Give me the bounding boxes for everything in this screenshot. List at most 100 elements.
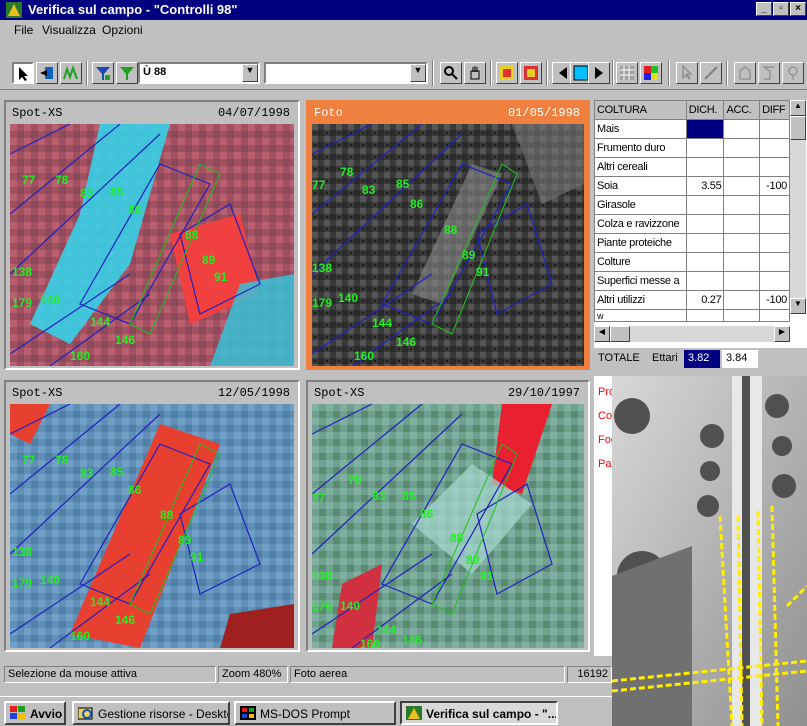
table-hscrollbar[interactable]: ◀ ▶ [594,326,790,342]
acc-cell[interactable] [723,290,761,310]
col-header-diff[interactable]: DIFF [759,100,790,120]
acc-cell[interactable] [723,195,761,215]
dich-cell[interactable] [685,271,725,291]
table-row[interactable]: w [594,309,790,322]
crop-cell[interactable]: w [594,309,687,322]
satellite-image[interactable]: 77 78 83 85 86 88 89 91 138 179 140 144 … [312,404,584,648]
dich-cell[interactable]: 3.55 [685,176,725,196]
filter-button[interactable] [92,62,114,84]
select-disabled-button[interactable] [676,62,698,84]
diff-cell[interactable] [759,214,790,234]
task-verifica-sul-campo[interactable]: Verifica sul campo - "... [400,701,558,725]
acc-cell[interactable] [723,252,761,272]
crop-cell[interactable]: Girasole [594,195,687,215]
diff-cell[interactable] [759,271,790,291]
scroll-right-icon[interactable]: ▶ [774,326,790,342]
hscroll-thumb[interactable] [610,326,630,342]
dich-cell[interactable] [685,214,725,234]
crop-table[interactable]: COLTURA DICH. ACC. DIFF Mais Frumento du… [594,100,807,370]
image-panel-spot-2[interactable]: Spot-XS 12/05/1998 77 78 83 85 86 88 89 … [4,380,300,652]
image-panel-spot-3[interactable]: Spot-XS 29/10/1997 77 78 83 85 86 88 89 … [306,380,590,652]
draw-line-button[interactable] [700,62,722,84]
menu-visualizza[interactable]: Visualizza [42,23,96,37]
acc-cell[interactable] [723,309,761,322]
crop-cell[interactable]: Altri utilizzi [594,290,687,310]
info-link[interactable]: Co [598,410,612,422]
table-row[interactable]: Superfici messe a [594,271,790,291]
diff-cell[interactable] [759,252,790,272]
next-button[interactable] [588,62,610,84]
table-row[interactable]: Frumento duro [594,138,790,158]
crop-cell[interactable]: Superfici messe a [594,271,687,291]
menu-opzioni[interactable]: Opzioni [102,23,143,37]
dich-cell[interactable] [685,195,725,215]
table-vscrollbar[interactable]: ▲ ▼ [790,100,806,314]
layer-tool-button[interactable] [36,62,58,84]
acc-cell[interactable] [723,176,761,196]
diff-cell[interactable] [759,138,790,158]
close-button[interactable]: × [790,2,806,16]
scroll-left-icon[interactable]: ◀ [594,326,610,342]
chevron-down-icon[interactable]: ▼ [410,64,426,82]
graph-tool-button[interactable] [60,62,82,84]
filter2-button[interactable] [116,62,138,84]
dich-cell[interactable]: 0.27 [685,290,725,310]
polyline-button[interactable] [758,62,780,84]
aerial-photo[interactable]: 77 78 83 85 86 88 89 91 138 179 140 144 … [312,124,584,366]
table-row[interactable]: Piante proteiche [594,233,790,253]
table-row[interactable]: Mais [594,119,790,139]
diff-cell[interactable] [759,157,790,177]
point-button[interactable] [782,62,804,84]
table-row[interactable]: Soia 3.55 -100 [594,176,790,196]
dich-cell[interactable] [685,252,725,272]
col-header-coltura[interactable]: COLTURA [594,100,687,120]
satellite-image[interactable]: 77 78 83 85 86 88 89 91 138 179 140 144 … [10,124,294,366]
diff-cell[interactable] [759,233,790,253]
minimize-button[interactable]: _ [756,2,772,16]
crop-cell[interactable]: Altri cereali [594,157,687,177]
dich-cell[interactable] [685,233,725,253]
grid-button[interactable] [616,62,638,84]
acc-cell[interactable] [723,271,761,291]
pan-button[interactable] [464,62,486,84]
crop-grid[interactable]: COLTURA DICH. ACC. DIFF Mais Frumento du… [594,100,790,322]
col-header-acc[interactable]: ACC. [723,100,761,120]
scroll-thumb[interactable] [790,116,806,140]
scroll-down-icon[interactable]: ▼ [790,298,806,314]
scroll-up-icon[interactable]: ▲ [790,100,806,116]
acc-cell[interactable] [723,119,761,139]
dich-cell[interactable] [685,309,725,322]
search-combo[interactable]: ▼ [264,62,428,84]
acc-cell[interactable] [723,233,761,253]
crop-cell[interactable]: Piante proteiche [594,233,687,253]
table-row[interactable]: Colza e ravizzone [594,214,790,234]
chevron-down-icon[interactable]: ▼ [242,64,258,82]
diff-cell[interactable] [759,195,790,215]
crop-cell[interactable]: Frumento duro [594,138,687,158]
crop-cell[interactable]: Colza e ravizzone [594,214,687,234]
diff-cell[interactable] [759,119,790,139]
task-gestione-risorse[interactable]: Gestione risorse - Desktop [72,701,230,725]
acc-cell[interactable] [723,138,761,158]
table-row[interactable]: Colture [594,252,790,272]
satellite-image[interactable]: 77 78 83 85 86 88 89 91 138 179 140 144 … [10,404,294,648]
diff-cell[interactable]: -100 [759,176,790,196]
table-row[interactable]: Girasole [594,195,790,215]
dich-cell[interactable] [685,157,725,177]
table-row[interactable]: Altri cereali [594,157,790,177]
dich-cell-selected[interactable] [685,119,725,139]
crop-cell[interactable]: Soia [594,176,687,196]
menu-file[interactable]: File [14,23,33,37]
dich-cell[interactable] [685,138,725,158]
palette-button[interactable] [640,62,662,84]
task-ms-dos-prompt[interactable]: MS-DOS Prompt [234,701,396,725]
image-panel-foto[interactable]: Foto 01/05/1998 77 78 83 85 86 88 89 91 … [306,100,590,370]
maximize-button[interactable]: ▫ [773,2,789,16]
diff-cell[interactable] [759,309,790,322]
crop-cell[interactable]: Colture [594,252,687,272]
info-link[interactable]: Pa [598,458,611,470]
acc-cell[interactable] [723,157,761,177]
start-button[interactable]: Avvio [4,701,66,725]
layer-combo[interactable]: Ù 88 ▼ [138,62,260,84]
zoom-button[interactable] [440,62,462,84]
